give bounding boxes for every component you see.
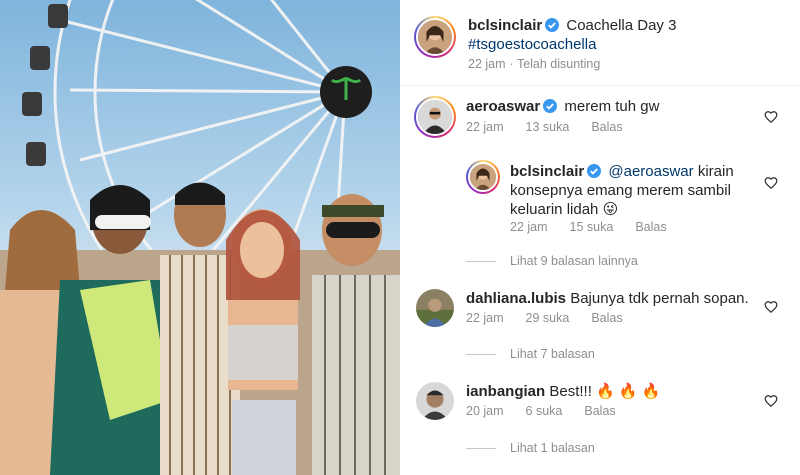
author-username[interactable]: bclsinclair xyxy=(468,17,542,34)
comment-likes[interactable]: 13 suka xyxy=(526,120,570,134)
view-more-label: Lihat 1 balasan xyxy=(510,441,595,455)
view-more-replies-button[interactable]: Lihat 9 balasan lainnya xyxy=(466,254,638,268)
comment-likes[interactable]: 6 suka xyxy=(526,404,563,418)
reply-mention[interactable]: @aeroaswar xyxy=(608,163,693,180)
view-more-label: Lihat 7 balasan xyxy=(510,347,595,361)
reply-avatar[interactable] xyxy=(466,160,500,194)
heart-icon[interactable] xyxy=(764,110,778,124)
reply-username[interactable]: bclsinclair xyxy=(510,163,584,180)
verified-badge-icon xyxy=(543,99,558,113)
heart-icon[interactable] xyxy=(764,394,778,408)
comment-text: Bajunya tdk pernah sopan. xyxy=(570,290,749,307)
post-image xyxy=(0,0,400,475)
comment-emoji: 🔥 🔥 🔥 xyxy=(596,383,661,400)
reply-text-line2: konsepnya emang merem sambil xyxy=(510,182,731,199)
reply-button[interactable]: Balas xyxy=(584,404,615,418)
caption-text: Coachella Day 3 xyxy=(566,17,677,34)
reply-text-line3: keluarin lidah xyxy=(510,201,599,218)
reply-text-line1: kirain xyxy=(697,163,734,180)
post-photo xyxy=(0,0,400,475)
view-more-replies-button[interactable]: Lihat 1 balasan xyxy=(466,441,595,455)
comments-panel: bclsinclair Coachella Day 3 #tsgoestocoa… xyxy=(400,0,800,475)
comment-time[interactable]: 20 jam xyxy=(466,404,504,418)
people-group xyxy=(0,182,400,475)
verified-badge-icon xyxy=(587,164,602,178)
divider-dash xyxy=(466,354,496,356)
divider-dash xyxy=(466,448,496,450)
reply-button[interactable]: Balas xyxy=(591,311,622,325)
commenter-avatar[interactable] xyxy=(414,96,456,138)
heart-icon[interactable] xyxy=(764,300,778,314)
reply-likes[interactable]: 15 suka xyxy=(570,220,614,234)
reply-time[interactable]: 22 jam xyxy=(510,220,548,234)
post-caption-header: bclsinclair Coachella Day 3 #tsgoestocoa… xyxy=(400,0,800,86)
edited-label: · Telah disunting xyxy=(509,57,601,71)
comment-username[interactable]: dahliana.lubis xyxy=(466,290,566,307)
view-more-replies-button[interactable]: Lihat 7 balasan xyxy=(466,347,595,361)
author-avatar[interactable] xyxy=(414,16,456,58)
comment-text: merem tuh gw xyxy=(564,98,660,115)
reply-button[interactable]: Balas xyxy=(591,120,622,134)
heart-icon[interactable] xyxy=(764,176,778,190)
comment-username[interactable]: ianbangian xyxy=(466,383,545,400)
post-time[interactable]: 22 jam xyxy=(468,57,506,71)
view-more-label: Lihat 9 balasan lainnya xyxy=(510,254,638,268)
divider-dash xyxy=(466,261,496,263)
reply-emoji: 😜 xyxy=(602,201,619,218)
comment-text: Best!!! xyxy=(549,383,592,400)
comment-time[interactable]: 22 jam xyxy=(466,311,504,325)
commenter-avatar[interactable] xyxy=(416,289,454,327)
comment-time[interactable]: 22 jam xyxy=(466,120,504,134)
comment-likes[interactable]: 29 suka xyxy=(526,311,570,325)
reply-button[interactable]: Balas xyxy=(635,220,666,234)
comment-username[interactable]: aeroaswar xyxy=(466,98,540,115)
verified-badge-icon xyxy=(545,18,560,32)
caption-hashtag[interactable]: #tsgoestocoachella xyxy=(468,35,596,54)
commenter-avatar[interactable] xyxy=(416,382,454,420)
